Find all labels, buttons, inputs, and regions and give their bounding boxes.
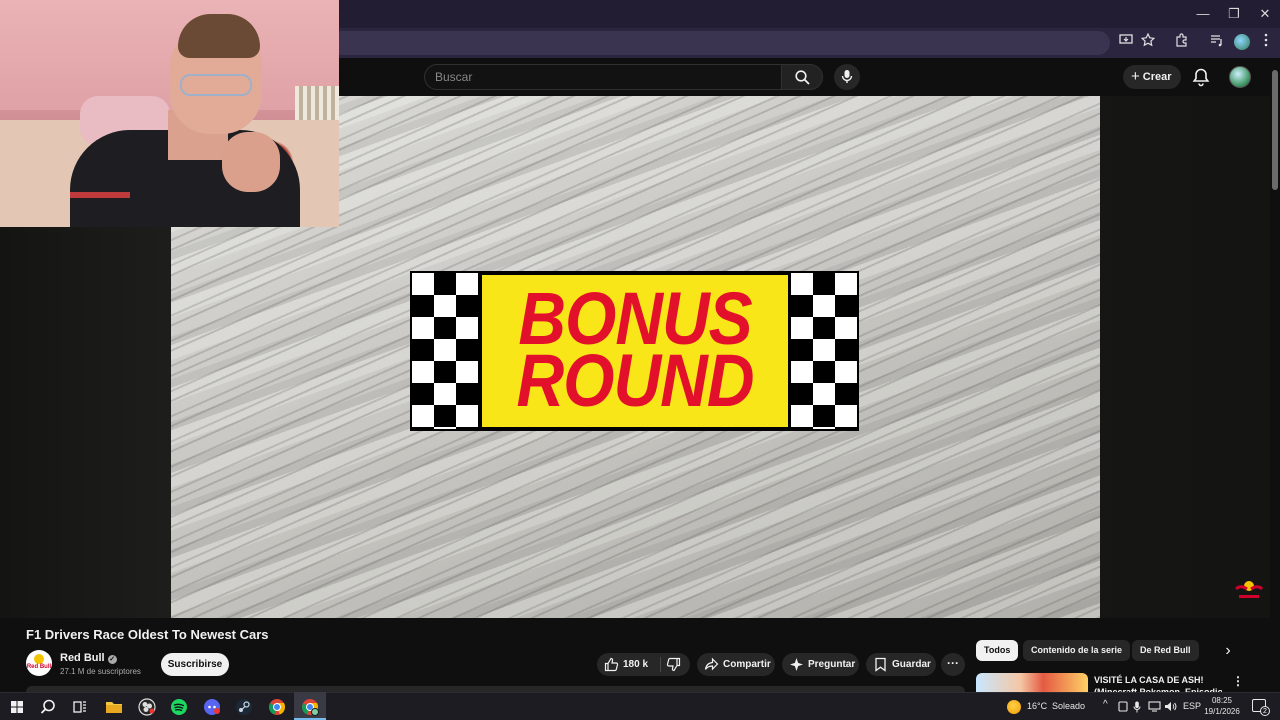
webcam-person-hair <box>178 14 260 58</box>
system-clock[interactable]: 08:25 19/1/2026 <box>1200 695 1244 717</box>
share-label: Compartir <box>723 659 771 670</box>
chevron-up-icon[interactable]: ^ <box>1103 699 1108 710</box>
checkered-flag-left <box>412 273 478 429</box>
share-icon <box>704 657 719 671</box>
chip-all[interactable]: Todos <box>976 640 1019 661</box>
clock-time[interactable]: 08:25 <box>1200 695 1244 706</box>
weather-sun-icon[interactable] <box>1007 700 1021 714</box>
extensions-icon[interactable] <box>1172 33 1192 53</box>
create-label: Crear <box>1142 71 1172 83</box>
spotify-icon[interactable] <box>168 696 190 718</box>
webcam-person-hand <box>222 132 280 192</box>
red-bull-sun-icon <box>34 654 44 664</box>
mic-icon <box>841 70 853 83</box>
steam-icon[interactable] <box>233 696 255 718</box>
windows-start-icon[interactable] <box>6 696 28 718</box>
discord-icon[interactable] <box>201 696 223 718</box>
like-button[interactable]: 180 k <box>597 653 659 676</box>
chip-series-content[interactable]: Contenido de la serie <box>1023 640 1131 661</box>
save-label: Guardar <box>892 659 931 670</box>
language-indicator[interactable]: ESP <box>1183 701 1201 711</box>
obs-icon[interactable] <box>136 696 158 718</box>
like-count: 180 k <box>623 659 649 670</box>
channel-avatar-text: Red Bull <box>26 664 52 670</box>
subscriber-count: 27.1 M de suscriptores <box>60 667 141 676</box>
webcam-overlay <box>0 0 339 227</box>
clock-date[interactable]: 19/1/2026 <box>1200 706 1244 717</box>
media-queue-icon[interactable] <box>1207 33 1227 53</box>
scrollbar-thumb[interactable] <box>1272 70 1278 190</box>
subscribe-button[interactable]: Suscribirse <box>161 653 229 676</box>
bonus-round-banner: BONUS ROUND <box>410 271 859 431</box>
webcam-shirt-stripe <box>70 192 130 198</box>
address-bar[interactable] <box>330 31 1110 55</box>
banner-yellow-panel: BONUS ROUND <box>482 275 788 427</box>
voice-search-button[interactable] <box>834 64 860 90</box>
volume-icon[interactable] <box>1164 701 1177 714</box>
bell-icon <box>1192 68 1210 87</box>
red-bull-watermark-icon <box>1234 577 1264 601</box>
file-explorer-icon[interactable] <box>103 696 125 718</box>
star-icon[interactable] <box>1138 32 1158 53</box>
notifications-button[interactable] <box>1190 66 1212 88</box>
task-view-icon[interactable] <box>69 696 91 718</box>
share-button[interactable]: Compartir <box>697 653 775 676</box>
ask-button[interactable]: Preguntar <box>782 653 859 676</box>
taskbar-search-icon[interactable] <box>37 696 59 718</box>
webcam-person-glasses <box>180 74 252 96</box>
chip-from-red-bull[interactable]: De Red Bull <box>1132 640 1199 661</box>
checkered-flag-right <box>791 273 857 429</box>
weather-temp[interactable]: 16°C <box>1027 701 1047 711</box>
close-window-button[interactable]: ✕ <box>1248 4 1280 24</box>
channel-name-text[interactable]: Red Bull <box>60 652 105 664</box>
screen: — ❐ ✕ Buscar + Crear BONUS ROUND F1 Driv… <box>0 0 1280 720</box>
banner-text-line2: ROUND <box>516 338 755 422</box>
tray-app-icon[interactable] <box>1118 701 1128 714</box>
network-icon[interactable] <box>1148 701 1161 714</box>
search-button[interactable] <box>781 64 823 90</box>
search-icon <box>795 70 810 85</box>
thumbs-up-icon <box>604 657 619 672</box>
more-actions-button[interactable]: ··· <box>941 653 965 676</box>
kebab-menu-icon[interactable] <box>1256 33 1276 53</box>
channel-avatar[interactable]: Red Bull <box>26 650 52 676</box>
profile-icon[interactable] <box>1234 34 1250 50</box>
chevron-right-icon[interactable]: › <box>1218 641 1238 661</box>
dislike-button[interactable] <box>661 653 690 676</box>
search-input[interactable]: Buscar <box>424 64 782 90</box>
avatar[interactable] <box>1229 66 1251 88</box>
windows-taskbar <box>0 692 1280 720</box>
minimize-button[interactable]: — <box>1186 4 1220 24</box>
save-button[interactable]: Guardar <box>866 653 936 676</box>
recommendation-menu-icon[interactable]: ⋮ <box>1231 674 1245 690</box>
sparkle-icon <box>790 658 803 671</box>
plus-icon: + <box>1131 68 1140 85</box>
ask-label: Preguntar <box>808 659 856 670</box>
notification-count-badge: 2 <box>1260 706 1270 716</box>
microphone-icon[interactable] <box>1133 701 1141 715</box>
chrome-icon[interactable] <box>266 696 288 718</box>
recommendation-title-line1[interactable]: VISITÉ LA CASA DE ASH! <box>1094 674 1222 686</box>
restore-button[interactable]: ❐ <box>1217 4 1251 24</box>
weather-text[interactable]: Soleado <box>1052 701 1085 711</box>
bookmark-icon <box>875 657 886 672</box>
channel-name[interactable]: Red Bull ✓ <box>60 652 117 664</box>
thumbs-down-icon <box>666 657 681 672</box>
install-app-icon[interactable] <box>1116 33 1136 53</box>
chrome-active-icon[interactable] <box>299 696 321 718</box>
video-title: F1 Drivers Race Oldest To Newest Cars <box>26 627 269 642</box>
create-button[interactable]: + Crear <box>1123 65 1181 89</box>
verified-icon: ✓ <box>107 655 117 664</box>
